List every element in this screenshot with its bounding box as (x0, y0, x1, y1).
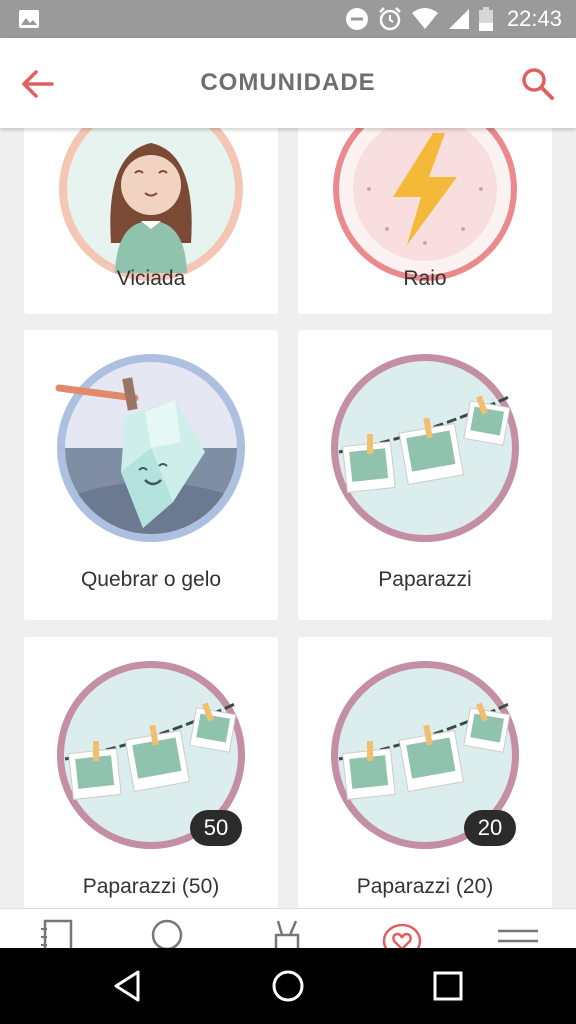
badge-card-paparazzi[interactable]: Paparazzi (298, 330, 552, 620)
badge-card-viciada[interactable]: Viciada (24, 128, 278, 314)
badge-card-raio[interactable]: Raio (298, 128, 552, 314)
status-bar: 22:43 (0, 0, 576, 38)
battery-icon (478, 7, 493, 31)
badge-grid[interactable]: Viciada Raio Quebrar o gelo Paparazzi 50… (0, 128, 576, 908)
badge-label: Paparazzi (20) (356, 875, 494, 898)
notebook-icon[interactable] (37, 917, 77, 949)
app-bar: COMUNIDADE (0, 38, 576, 128)
system-nav-bar (0, 948, 576, 1024)
page-title: COMUNIDADE (200, 69, 376, 96)
status-time: 22:43 (506, 6, 562, 31)
alarm-icon (379, 7, 401, 31)
menu-icon[interactable] (498, 917, 538, 949)
wifi-icon (411, 8, 438, 29)
count-badge: 50 (190, 810, 242, 846)
ice-break-badge-art (55, 354, 245, 542)
search-icon[interactable] (148, 917, 188, 949)
badge-label: Raio (403, 267, 447, 290)
badge-card-paparazzi-50[interactable]: 50 Paparazzi (50) (24, 637, 278, 908)
count-badge: 20 (464, 810, 516, 846)
home-circle-icon[interactable] (270, 968, 306, 1004)
search-icon[interactable] (520, 66, 556, 102)
lightning-badge-art (333, 128, 517, 281)
recents-square-icon[interactable] (430, 968, 466, 1004)
tools-icon[interactable] (268, 917, 308, 949)
image-icon (19, 10, 39, 28)
badge-label: Viciada (116, 267, 186, 290)
badge-card-quebrar-o-gelo[interactable]: Quebrar o gelo (24, 330, 278, 620)
signal-icon (448, 9, 469, 29)
heart-icon[interactable] (382, 917, 422, 949)
do-not-disturb-icon (345, 8, 368, 30)
back-triangle-icon[interactable] (110, 968, 146, 1004)
badge-card-paparazzi-20[interactable]: 20 Paparazzi (20) (298, 637, 552, 908)
badge-label: Paparazzi (50) (82, 875, 220, 898)
badge-label: Paparazzi (378, 568, 472, 591)
bottom-tab-bar (0, 908, 576, 949)
badge-label: Quebrar o gelo (80, 568, 222, 591)
photos-clothesline-badge-art (331, 354, 519, 542)
girl-avatar-badge-art (59, 128, 243, 281)
